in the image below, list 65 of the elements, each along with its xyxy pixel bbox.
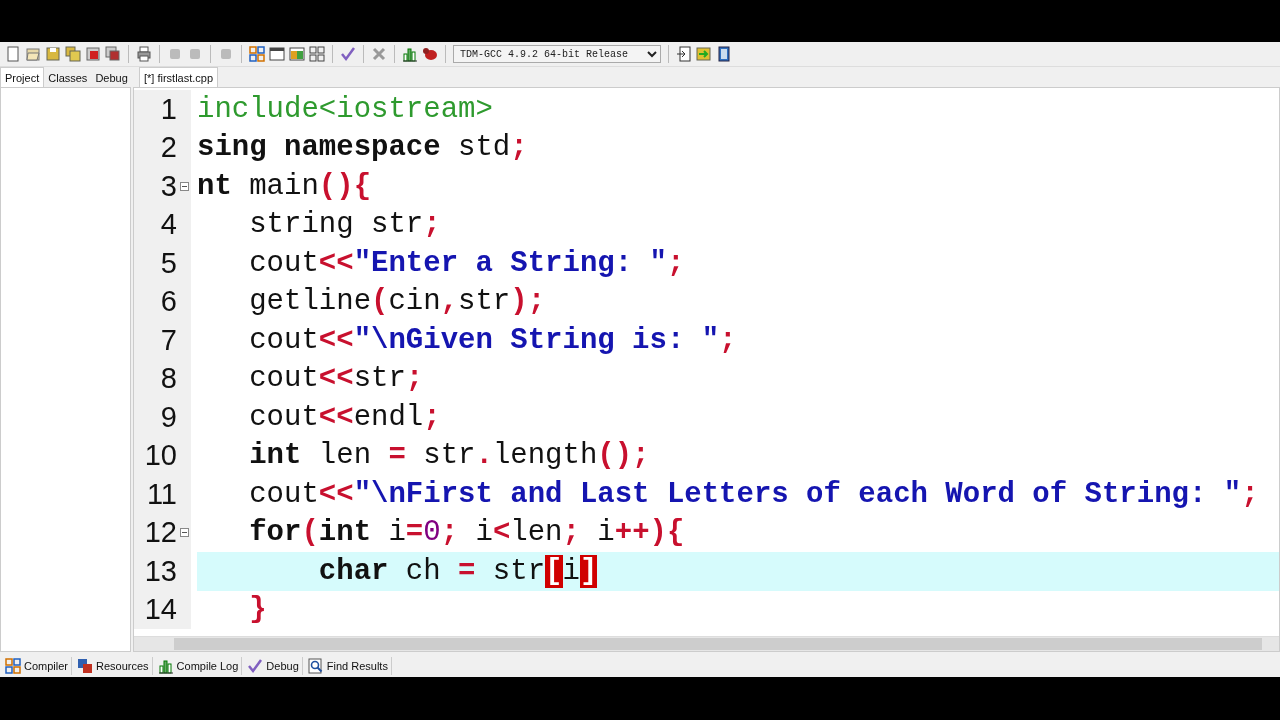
disabled-tool-icon: [218, 46, 234, 62]
code-line: int len = str.length();: [248, 438, 651, 475]
cross-icon[interactable]: [371, 46, 387, 62]
window-icon[interactable]: [269, 46, 285, 62]
code-line: cout<<"\nFirst and Last Letters of each Word of String: ";: [248, 476, 1260, 513]
line-number: 2: [160, 131, 177, 165]
code-line: nt main(){: [197, 168, 373, 205]
door-icon[interactable]: [676, 46, 692, 62]
line-number: 12: [144, 516, 177, 550]
code-line: cout<<"Enter a String: ";: [248, 245, 686, 282]
code-line: string str;: [248, 207, 442, 244]
code-line: for(int i=0; i<len; i++){: [248, 515, 686, 552]
line-number: 8: [160, 362, 177, 396]
panel-tab[interactable]: Resources: [74, 657, 153, 675]
line-number: 14: [144, 593, 177, 627]
sidebar-tab[interactable]: Classes: [44, 69, 92, 87]
save-icon[interactable]: [45, 46, 61, 62]
compiler-dropdown[interactable]: TDM-GCC 4.9.2 64-bit Release: [453, 45, 661, 63]
line-number: 13: [144, 554, 177, 588]
fold-toggle[interactable]: [180, 181, 189, 191]
grid-icon[interactable]: [249, 46, 265, 62]
save-all-icon[interactable]: [65, 46, 81, 62]
bar-chart-icon: [157, 658, 174, 674]
panel-tab[interactable]: Compile Log: [154, 657, 243, 675]
grid-icon: [5, 658, 21, 674]
new-file-icon[interactable]: [5, 46, 21, 62]
tiled-window-icon[interactable]: [289, 46, 305, 62]
line-number: 5: [160, 246, 177, 280]
line-number: 10: [144, 439, 177, 473]
four-windows-icon[interactable]: [309, 46, 325, 62]
fold-toggle[interactable]: [180, 528, 189, 538]
check-icon[interactable]: [340, 46, 356, 62]
line-number: 11: [146, 477, 177, 511]
code-line: }: [248, 592, 268, 629]
code-line: cout<<str;: [248, 361, 425, 398]
horizontal-scrollbar[interactable]: [134, 636, 1279, 651]
line-number: 1: [160, 92, 177, 126]
line-number: 7: [160, 323, 177, 357]
close-file-icon[interactable]: [85, 46, 101, 62]
sidebar-tab[interactable]: Debug: [91, 69, 132, 87]
sidebar-tab[interactable]: Project: [0, 67, 45, 87]
disabled-tool-icon: [167, 46, 183, 62]
file-tab[interactable]: [*] firstlast.cpp: [139, 67, 219, 87]
bug-icon[interactable]: [422, 46, 438, 62]
code-line: include<iostream>: [197, 91, 494, 128]
folder-icon[interactable]: [25, 46, 41, 62]
code-line: getline(cin,str);: [248, 284, 547, 321]
code-line: cout<<"\nGiven String is: ";: [248, 322, 738, 359]
code-line: cout<<endl;: [248, 399, 442, 436]
book-icon[interactable]: [716, 46, 732, 62]
panel-tab[interactable]: Find Results: [304, 657, 392, 675]
line-number: 4: [160, 208, 177, 242]
disabled-tool-icon: [187, 46, 203, 62]
code-line: sing namespace std;: [197, 130, 529, 167]
line-number: 6: [160, 285, 177, 319]
check-icon: [247, 658, 264, 674]
panel-tab[interactable]: Debug: [244, 657, 303, 675]
line-number: 3: [160, 169, 177, 203]
windows-icon: [77, 658, 93, 674]
bar-chart-icon[interactable]: [402, 46, 418, 62]
panel-tab[interactable]: Compiler: [2, 657, 72, 675]
find-icon: [307, 658, 324, 674]
line-number: 9: [160, 400, 177, 434]
close-all-icon[interactable]: [105, 46, 121, 62]
printer-icon[interactable]: [136, 46, 152, 62]
